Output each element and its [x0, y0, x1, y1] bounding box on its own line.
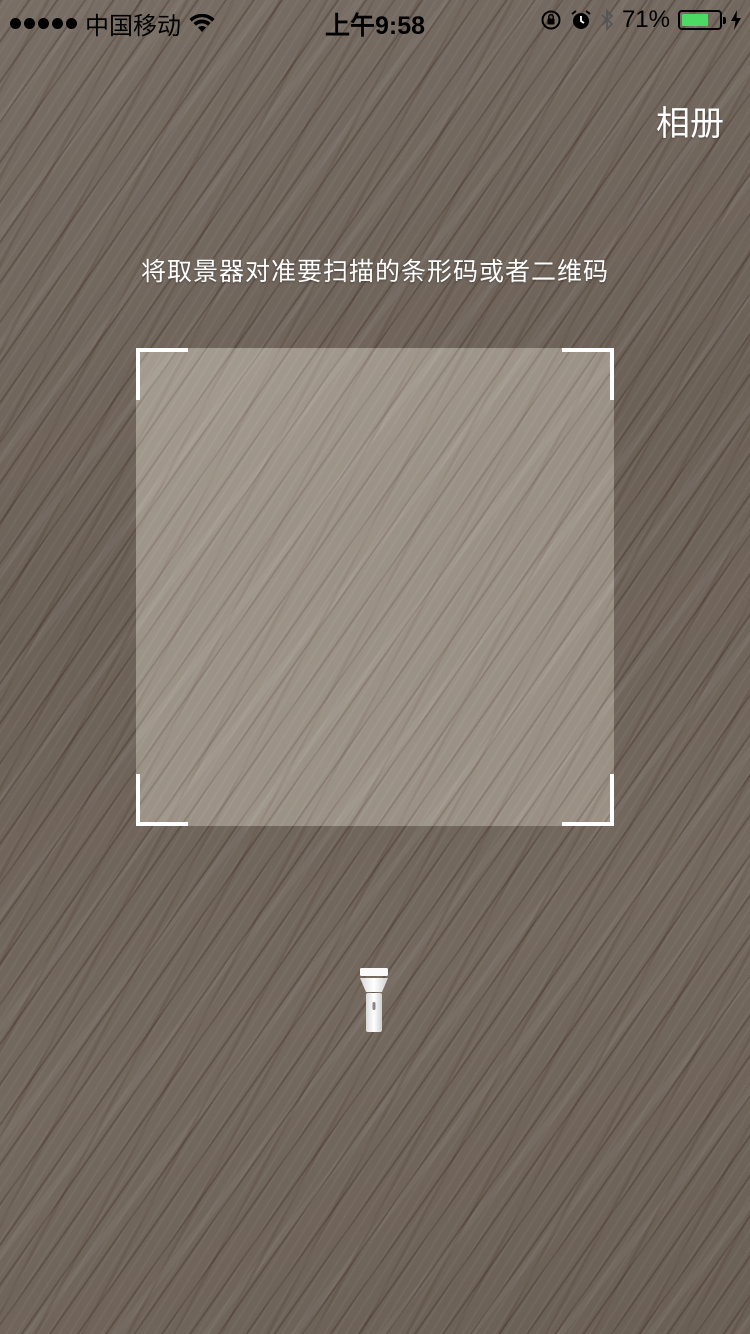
battery-percent: 71%	[621, 6, 670, 33]
battery-level	[682, 14, 708, 26]
bluetooth-icon	[601, 8, 614, 32]
dim-overlay-right	[614, 348, 750, 826]
scan-frame-corner-top-left	[136, 348, 188, 400]
dim-overlay-bottom	[0, 826, 750, 1334]
alarm-icon	[571, 10, 591, 29]
scan-frame-corner-top-right	[562, 348, 614, 400]
status-bar: 中国移动 上午9:58 71%	[0, 0, 750, 40]
scan-frame	[136, 348, 614, 826]
orientation-lock-icon	[541, 10, 561, 30]
flashlight-icon[interactable]	[358, 968, 390, 1034]
qr-scanner-screen: 中国移动 上午9:58 71% 相册 将取景器对准要扫描的条形码或者二维码	[0, 0, 750, 1334]
scan-hint: 将取景器对准要扫描的条形码或者二维码	[140, 257, 609, 286]
dim-overlay-top	[0, 0, 750, 348]
scan-frame-corner-bottom-left	[136, 774, 188, 826]
dim-overlay-left	[0, 348, 136, 826]
battery-icon	[678, 10, 726, 30]
album-button[interactable]: 相册	[656, 96, 724, 145]
scan-frame-corner-bottom-right	[562, 774, 614, 826]
status-right: 71%	[540, 6, 742, 34]
charging-icon	[731, 10, 741, 30]
